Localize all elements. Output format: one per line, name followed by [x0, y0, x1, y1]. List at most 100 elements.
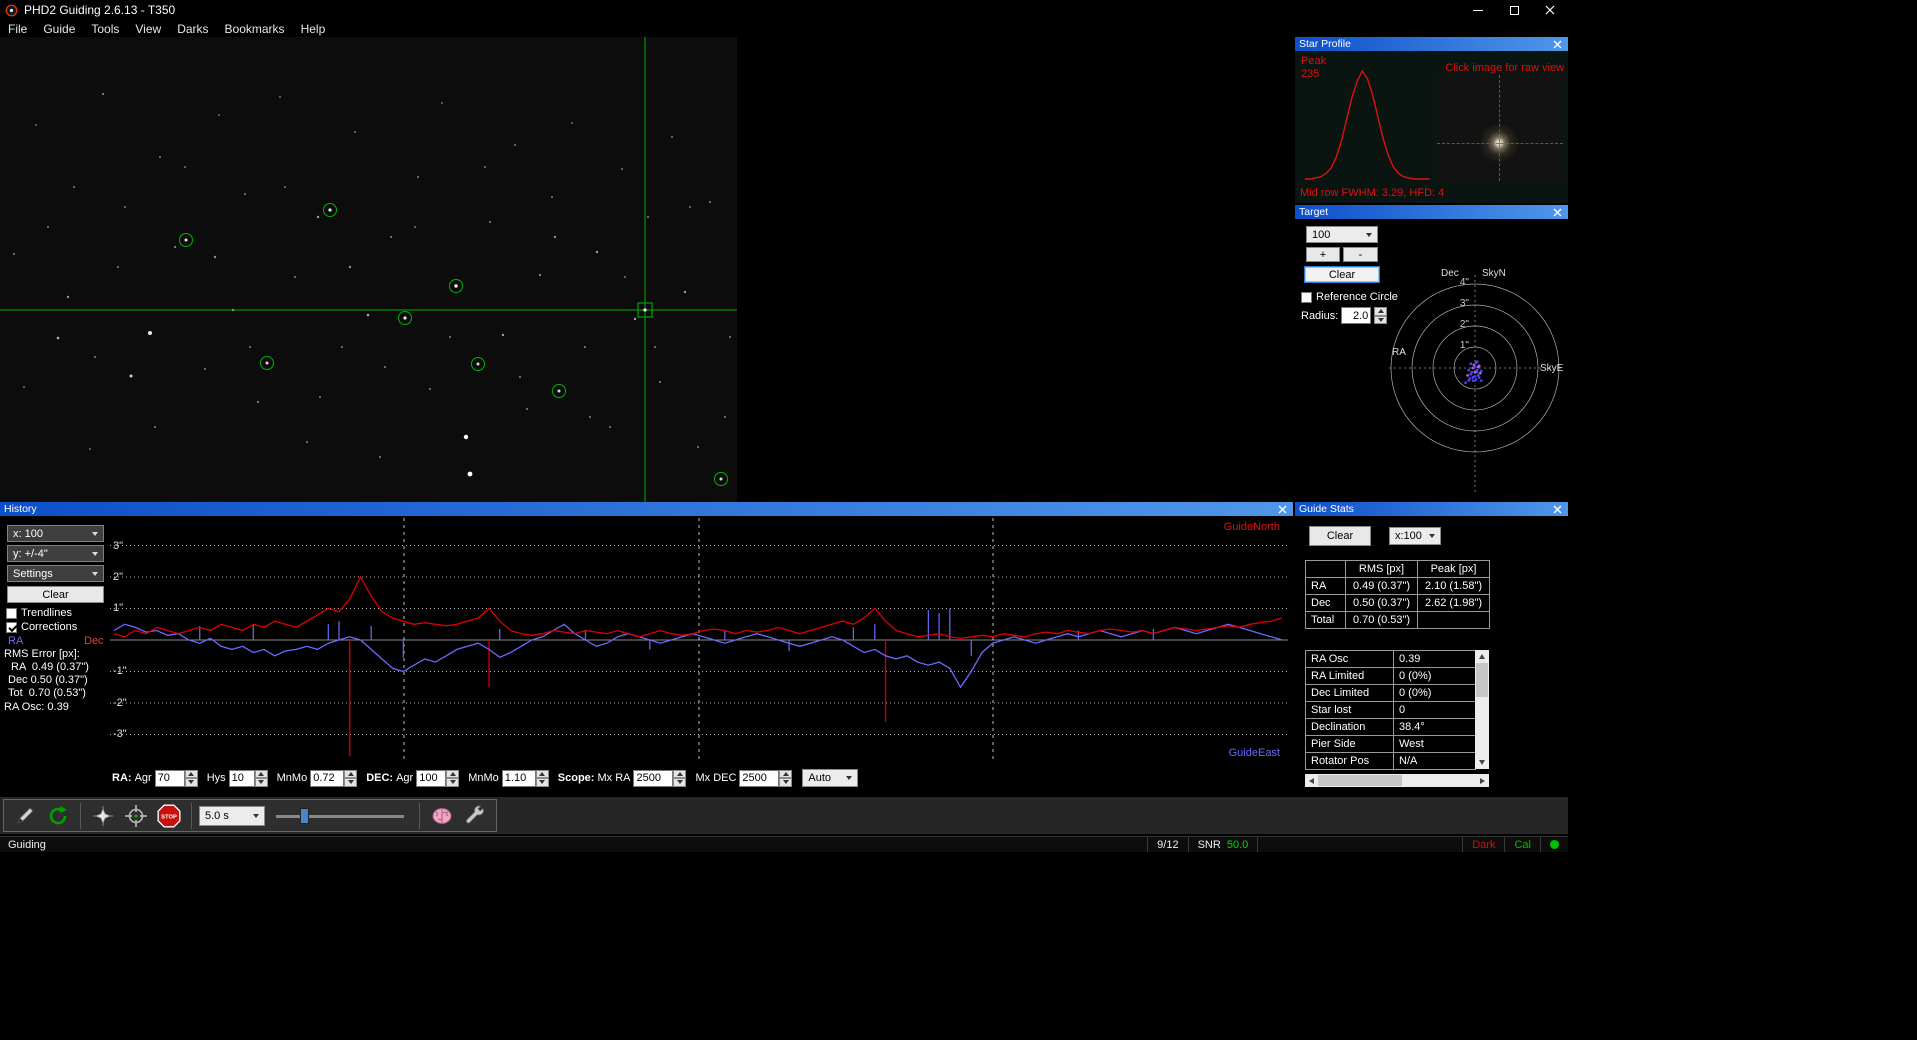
hysteresis-input[interactable] — [228, 769, 255, 787]
radius-spinner[interactable] — [1374, 307, 1388, 324]
max-dec-label: Mx DEC — [695, 772, 737, 784]
trendlines-checkbox[interactable] — [6, 607, 17, 619]
dec-aggression-spinner[interactable] — [446, 769, 460, 787]
y-tick-m3: -3" — [113, 728, 127, 740]
ra-minmove-input[interactable] — [310, 769, 345, 787]
x-scale-select[interactable]: x: 100 — [7, 525, 104, 542]
close-icon[interactable] — [1550, 38, 1564, 50]
hysteresis-spinner[interactable] — [254, 769, 268, 787]
hysteresis-label: Hys — [206, 772, 226, 784]
zoom-out-button[interactable]: - — [1343, 247, 1378, 262]
menu-view[interactable]: View — [127, 20, 169, 37]
corrections-label: Corrections — [21, 621, 78, 633]
rms-ra-value: RA 0.49 (0.37") — [8, 661, 89, 673]
guide-stats-panel: Guide Stats Clear x:100 RMS [px] Peak [p… — [1295, 502, 1568, 795]
dec-aggression-input[interactable] — [416, 769, 447, 787]
ra-osc-value: RA Osc: 0.39 — [4, 701, 69, 713]
dec-minmove-input[interactable] — [501, 769, 536, 787]
menu-tools[interactable]: Tools — [83, 20, 127, 37]
scroll-left-icon[interactable] — [1305, 774, 1318, 787]
menu-bookmarks[interactable]: Bookmarks — [217, 20, 293, 37]
loop-exposures-button[interactable] — [43, 802, 73, 830]
spin-down-icon[interactable] — [1374, 315, 1388, 324]
slider-thumb[interactable] — [300, 807, 309, 824]
close-icon[interactable] — [1275, 503, 1289, 515]
close-icon — [1545, 5, 1555, 15]
star-thumbnail[interactable] — [1437, 75, 1563, 181]
sky-north-label: SkyN — [1482, 268, 1506, 279]
toolbar-separator — [191, 802, 192, 829]
max-dec-input[interactable] — [739, 769, 780, 787]
target-clear-button[interactable]: Clear — [1304, 266, 1380, 283]
dec-guide-mode-select[interactable]: Auto — [802, 769, 859, 787]
camera-settings-button[interactable] — [460, 802, 490, 830]
menu-file[interactable]: File — [0, 20, 35, 37]
star-profile-panel: Star Profile Peak 235 Click image for ra… — [1295, 37, 1568, 203]
advanced-settings-button[interactable] — [427, 802, 457, 830]
chevron-down-icon — [1366, 232, 1372, 237]
ra-aggression-spinner[interactable] — [184, 769, 198, 787]
stop-button[interactable]: STOP — [154, 802, 184, 830]
max-ra-spinner[interactable] — [673, 769, 687, 787]
target-caption[interactable]: Target — [1295, 205, 1568, 219]
list-item: Declination 38.4° — [1305, 718, 1476, 736]
ra-prefix-label: RA: — [112, 772, 132, 784]
ra-minmove-spinner[interactable] — [344, 769, 358, 787]
guide-camera-image[interactable] — [0, 37, 1293, 502]
exposure-select[interactable]: 5.0 s — [199, 805, 265, 826]
spin-up-icon[interactable] — [1374, 307, 1388, 316]
graph-settings-select[interactable]: Settings — [7, 565, 104, 582]
scroll-down-icon[interactable] — [1475, 756, 1488, 769]
snr-readout: SNR 50.0 — [1187, 837, 1258, 852]
y-tick-1: 1" — [113, 602, 124, 614]
close-icon[interactable] — [1550, 206, 1564, 218]
window-titlebar[interactable]: PHD2 Guiding 2.6.13 - T350 — [0, 0, 1568, 20]
main-toolbar: STOP 5.0 s — [0, 797, 1568, 834]
menu-help[interactable]: Help — [293, 20, 334, 37]
history-caption[interactable]: History — [0, 502, 1293, 516]
dark-library-indicator: Dark — [1462, 837, 1504, 852]
guide-button[interactable] — [121, 802, 151, 830]
menu-darks[interactable]: Darks — [169, 20, 216, 37]
ra-aggression-input[interactable] — [154, 769, 185, 787]
ra-aggression-label: Agr — [134, 772, 152, 784]
stats-clear-button[interactable]: Clear — [1309, 526, 1371, 546]
stats-scale-select[interactable]: x:100 — [1389, 527, 1441, 545]
star-profile-body[interactable]: Peak 235 Click image for raw view Mid ro… — [1295, 51, 1568, 203]
scroll-up-icon[interactable] — [1475, 650, 1488, 663]
minimize-button[interactable] — [1460, 0, 1496, 20]
scrollbar-thumb[interactable] — [1318, 775, 1402, 786]
list-item: Dec Limited 0 (0%) — [1305, 684, 1476, 702]
stats-horizontal-scrollbar[interactable] — [1305, 774, 1489, 787]
target-zoom-select[interactable]: 100 — [1306, 226, 1378, 243]
zoom-in-button[interactable]: + — [1306, 247, 1340, 262]
max-ra-input[interactable] — [633, 769, 674, 787]
dec-legend: Dec — [84, 635, 104, 647]
table-row: Total 0.70 (0.53") — [1305, 611, 1490, 629]
exposure-duration-slider[interactable] — [276, 806, 404, 826]
dec-minmove-spinner[interactable] — [535, 769, 549, 787]
radius-input[interactable] — [1341, 307, 1372, 324]
connect-equipment-button[interactable] — [10, 802, 40, 830]
scrollbar-thumb[interactable] — [1476, 663, 1488, 697]
y-tick-m2: -2" — [113, 697, 127, 709]
window-title: PHD2 Guiding 2.6.13 - T350 — [24, 3, 176, 17]
max-dec-spinner[interactable] — [779, 769, 793, 787]
scroll-right-icon[interactable] — [1476, 774, 1489, 787]
close-icon[interactable] — [1550, 503, 1564, 515]
auto-select-star-button[interactable] — [88, 802, 118, 830]
menu-guide[interactable]: Guide — [35, 20, 83, 37]
corrections-checkbox[interactable] — [6, 621, 17, 633]
stats-vertical-scrollbar[interactable] — [1475, 650, 1489, 769]
maximize-button[interactable] — [1496, 0, 1532, 20]
guide-stats-caption[interactable]: Guide Stats — [1295, 502, 1568, 516]
ring-label-4: 4" — [1459, 277, 1469, 288]
sky-east-label: SkyE — [1540, 363, 1564, 374]
reference-circle-checkbox[interactable] — [1301, 291, 1312, 303]
y-scale-select[interactable]: y: +/-4" — [7, 545, 104, 562]
history-clear-button[interactable]: Clear — [7, 586, 104, 603]
history-graph: 3" 2" 1" -1" -2" -3" GuideNorth GuideEas… — [110, 518, 1288, 762]
close-button[interactable] — [1532, 0, 1568, 20]
dec-aggression-label: Agr — [396, 772, 414, 784]
star-profile-caption[interactable]: Star Profile — [1295, 37, 1568, 51]
